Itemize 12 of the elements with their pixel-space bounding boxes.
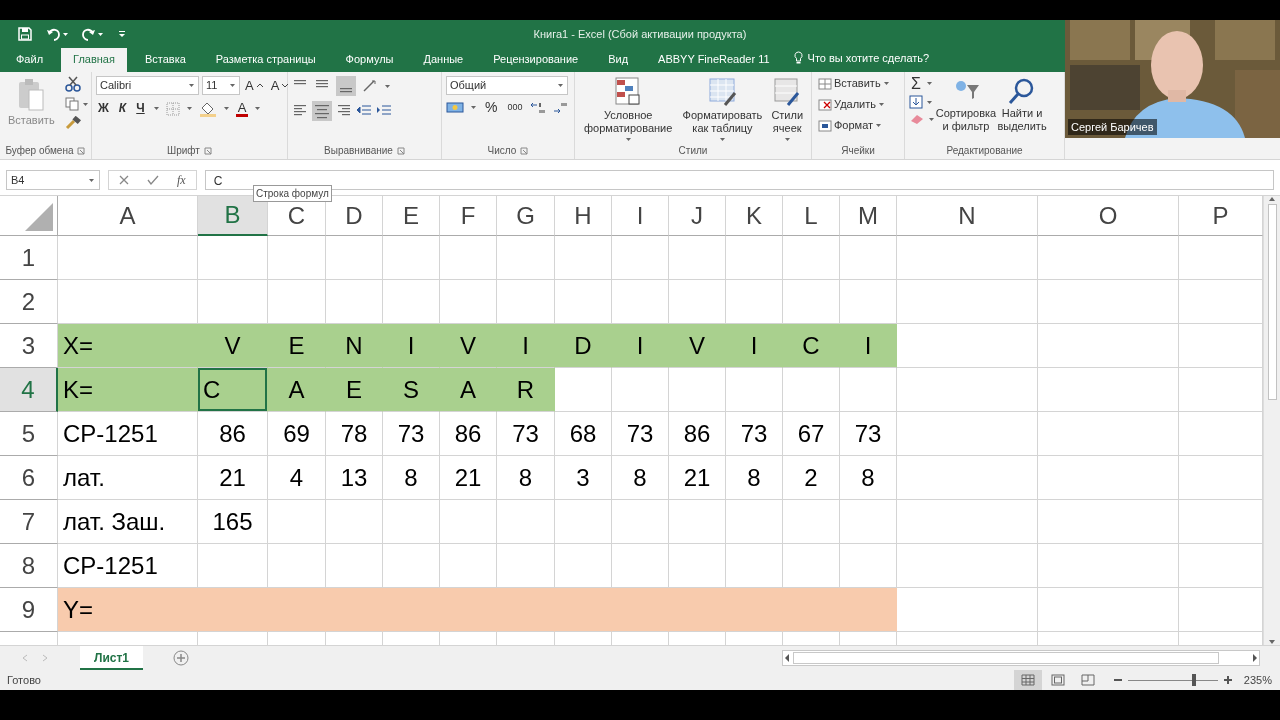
group-label: Шрифт [167, 144, 200, 158]
window-title: Книга1 - Excel (Сбой активации продукта) [533, 26, 747, 42]
tooltip: Строка формул [253, 185, 332, 202]
group-label: Стили [678, 144, 708, 158]
group-label: Ячейки [841, 144, 875, 158]
group-label: Выравнивание [324, 144, 393, 158]
status-text: Готово [7, 672, 41, 688]
participant-name: Сергей Баричев [1068, 118, 1157, 135]
zoom-level: 235% [1243, 672, 1272, 688]
group-label: Буфер обмена [5, 144, 74, 158]
group-label: Число [487, 144, 517, 158]
group-label: Редактирование [946, 144, 1023, 158]
